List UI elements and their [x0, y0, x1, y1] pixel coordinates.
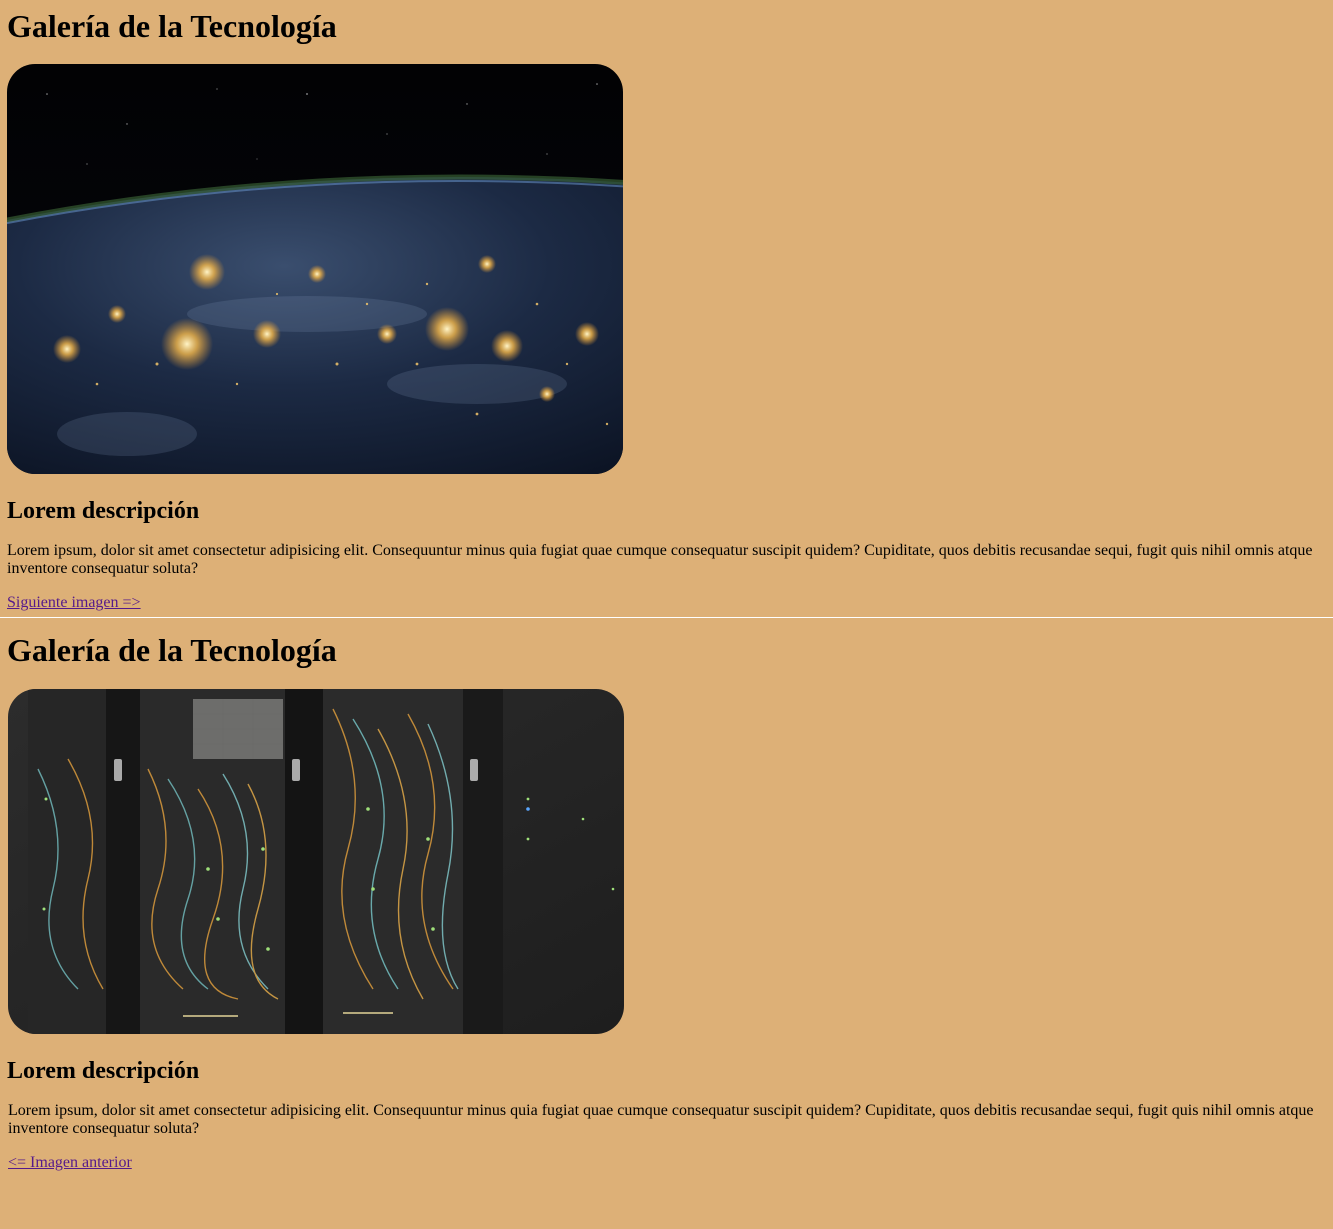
previous-image-link[interactable]: <= Imagen anterior	[8, 1154, 132, 1172]
page-title: Galería de la Tecnología	[7, 632, 337, 668]
next-image-link[interactable]: Siguiente imagen =>	[7, 594, 141, 612]
description-heading: Lorem descripción	[7, 1058, 200, 1084]
gallery-slide-1: Galería de la Tecnología Lorem descripci…	[0, 0, 1333, 617]
page-title: Galería de la Tecnología	[7, 8, 337, 44]
description-text: Lorem ipsum, dolor sit amet consectetur …	[7, 542, 1313, 577]
earth-night-photo	[7, 64, 623, 474]
description-text: Lorem ipsum, dolor sit amet consectetur …	[8, 1102, 1314, 1137]
description-heading: Lorem descripción	[7, 498, 200, 524]
gallery-slide-2: Galería de la Tecnología Lorem descripci…	[0, 618, 1333, 1229]
server-racks-photo	[8, 689, 624, 1034]
